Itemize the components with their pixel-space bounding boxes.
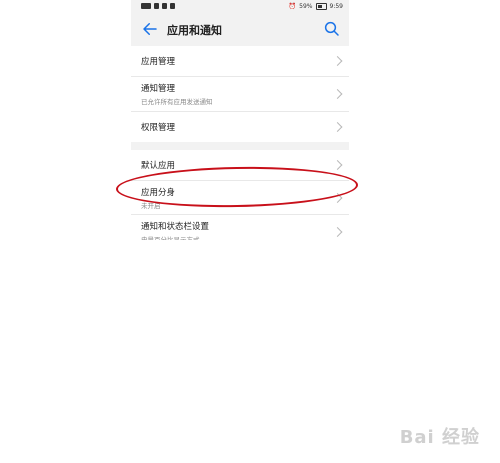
clock: 9:59 [329,3,343,10]
sim-signal-icon [141,3,151,9]
empty-area [131,240,349,463]
wifi-icon [162,3,167,9]
settings-group-1: 应用管理 通知管理 已允许所有应用发送通知 权限管理 [131,46,349,142]
watermark-text: Bai 经验 [399,427,480,448]
chevron-right-icon [332,56,343,66]
item-label: 通知和状态栏设置 [141,221,210,232]
battery-icon [315,3,327,10]
watermark: Bai 经验 [400,423,480,449]
back-arrow-icon[interactable] [141,20,159,38]
app-bar: 应用和通知 [131,14,349,46]
item-subtitle: 已允许所有应用发送通知 [141,98,213,106]
battery-percent: 59% [299,3,313,10]
alarm-icon: ⏰ [288,3,297,10]
item-label: 权限管理 [141,123,176,133]
chevron-right-icon [332,160,343,170]
item-label: 应用管理 [141,57,176,67]
search-icon[interactable] [323,20,341,38]
app-management-item[interactable]: 应用管理 [131,46,349,77]
chevron-right-icon [332,226,343,237]
signal-icon [154,3,159,9]
item-label: 通知管理 [141,84,176,94]
status-bar: ⏰ 59% 9:59 [131,0,349,14]
phone-screen: ⏰ 59% 9:59 应用和通知 应用管理 通知管理 已允许所有应用发送通知 权… [131,0,349,463]
permission-management-item[interactable]: 权限管理 [131,112,349,142]
page-title: 应用和通知 [167,24,222,37]
chevron-right-icon [332,89,343,99]
nfc-icon [170,3,175,9]
chevron-right-icon [332,122,343,132]
notification-management-item[interactable]: 通知管理 已允许所有应用发送通知 [131,77,349,112]
